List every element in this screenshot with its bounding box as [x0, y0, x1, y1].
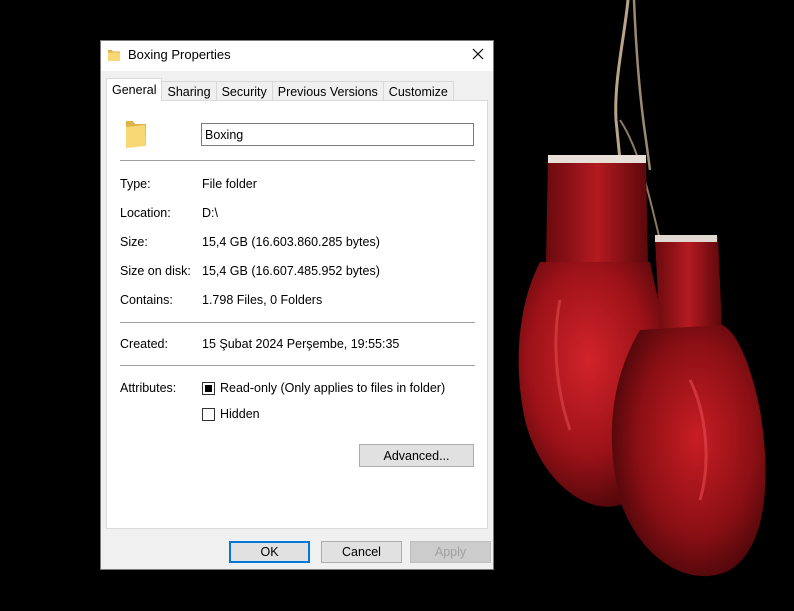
attributes-label: Attributes: [120, 381, 177, 395]
close-icon [472, 48, 484, 60]
tab-previous-versions[interactable]: Previous Versions [271, 81, 384, 101]
tab-label: Previous Versions [277, 84, 378, 99]
contains-label: Contains: [120, 293, 173, 307]
general-tab-panel: Type: File folder Location: D:\ Size: 15… [106, 100, 488, 529]
indeterminate-mark [205, 385, 212, 392]
tab-general[interactable]: General [106, 78, 163, 101]
tab-sharing[interactable]: Sharing [161, 81, 217, 101]
window-title: Boxing Properties [128, 47, 231, 62]
hidden-checkbox[interactable] [202, 408, 215, 421]
tab-label: Customize [388, 84, 448, 99]
folder-icon [108, 50, 120, 61]
location-value: D:\ [202, 206, 218, 220]
type-value: File folder [202, 177, 257, 191]
size-on-disk-label: Size on disk: [120, 264, 191, 278]
ok-button[interactable]: OK [229, 541, 310, 563]
apply-button[interactable]: Apply [410, 541, 491, 563]
contains-value: 1.798 Files, 0 Folders [202, 293, 323, 307]
size-label: Size: [120, 235, 148, 249]
cancel-button[interactable]: Cancel [321, 541, 402, 563]
advanced-button[interactable]: Advanced... [359, 444, 474, 467]
separator [120, 160, 475, 161]
tab-label: Security [221, 84, 267, 99]
type-label: Type: [120, 177, 151, 191]
properties-dialog: Boxing Properties General Sharing Securi… [101, 41, 493, 569]
size-value: 15,4 GB (16.603.860.285 bytes) [202, 235, 380, 249]
tab-label: Sharing [167, 84, 211, 99]
separator [120, 365, 475, 366]
title-bar[interactable]: Boxing Properties [101, 41, 493, 71]
close-button[interactable] [463, 41, 493, 67]
location-label: Location: [120, 206, 171, 220]
separator [120, 322, 475, 323]
readonly-checkbox[interactable] [202, 382, 215, 395]
size-on-disk-value: 15,4 GB (16.607.485.952 bytes) [202, 264, 380, 278]
folder-name-input[interactable] [201, 123, 474, 146]
tab-customize[interactable]: Customize [382, 81, 454, 101]
tab-strip: General Sharing Security Previous Versio… [106, 78, 454, 101]
created-value: 15 Şubat 2024 Perşembe, 19:55:35 [202, 337, 400, 351]
readonly-label[interactable]: Read-only (Only applies to files in fold… [220, 381, 445, 395]
hidden-label[interactable]: Hidden [220, 407, 260, 421]
folder-icon [126, 121, 146, 148]
created-label: Created: [120, 337, 168, 351]
tab-label: General [112, 83, 157, 97]
tab-security[interactable]: Security [215, 81, 273, 101]
